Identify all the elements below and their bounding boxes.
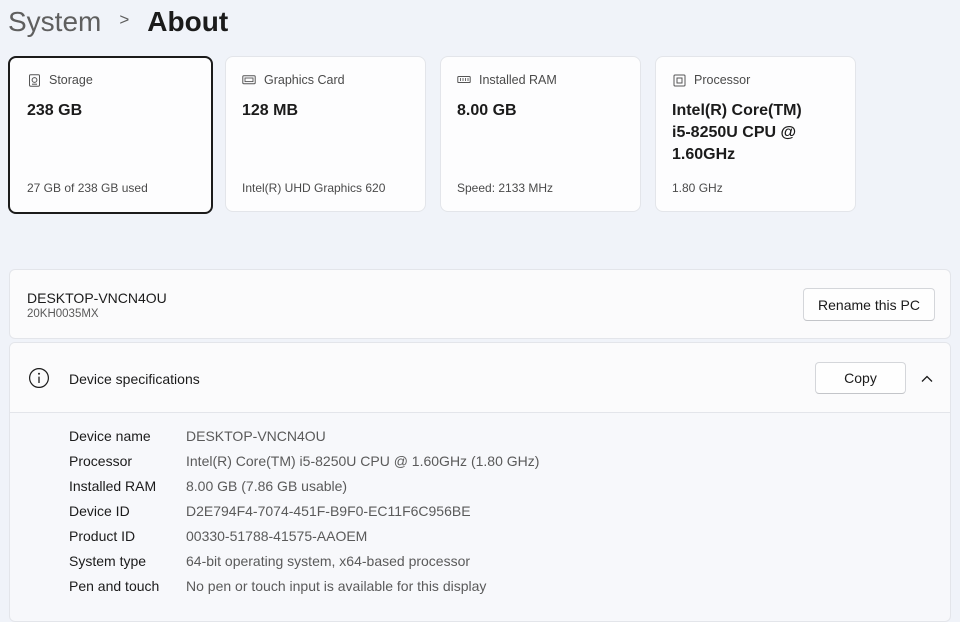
chevron-up-icon[interactable] (918, 370, 936, 388)
card-detail: 27 GB of 238 GB used (27, 181, 148, 195)
installed-ram-card[interactable]: Installed RAM 8.00 GB Speed: 2133 MHz (440, 56, 641, 212)
card-value: 238 GB (27, 102, 83, 119)
ram-icon (457, 73, 471, 87)
card-value: 8.00 GB (457, 102, 517, 119)
spec-label: Installed RAM (69, 477, 157, 494)
card-header: Processor (672, 73, 839, 87)
spec-value: 64-bit operating system, x64-based proce… (186, 552, 471, 569)
spec-label: Product ID (69, 527, 136, 544)
breadcrumb-system-link[interactable]: System (8, 6, 101, 38)
card-header: Installed RAM (457, 73, 624, 87)
spec-cards: Storage 238 GB 27 GB of 238 GB used Grap… (8, 56, 870, 214)
graphics-card-card[interactable]: Graphics Card 128 MB Intel(R) UHD Graphi… (225, 56, 426, 212)
card-label: Graphics Card (264, 73, 345, 87)
card-detail: Speed: 2133 MHz (457, 181, 554, 195)
card-label: Storage (49, 73, 93, 87)
spec-value: Intel(R) Core(TM) i5-8250U CPU @ 1.60GHz… (186, 452, 540, 469)
spec-label: Device name (69, 427, 151, 444)
pc-name-row: DESKTOP-VNCN4OU 20KH0035MX Rename this P… (9, 269, 951, 339)
card-value: Intel(R) Core(TM) i5-8250U CPU @ 1.60GHz (672, 102, 802, 163)
spec-label: System type (69, 552, 147, 569)
spec-value: D2E794F4-7074-451F-B9F0-EC11F6C956BE (186, 502, 471, 519)
spec-row-installed-ram: Installed RAM 8.00 GB (7.86 GB usable) (69, 473, 539, 498)
spec-value: 00330-51788-41575-AAOEM (186, 527, 368, 544)
spec-row-processor: Processor Intel(R) Core(TM) i5-8250U CPU… (69, 448, 539, 473)
spec-list: Device name DESKTOP-VNCN4OU Processor In… (69, 423, 539, 598)
spec-row-device-name: Device name DESKTOP-VNCN4OU (69, 423, 539, 448)
processor-card[interactable]: Processor Intel(R) Core(TM) i5-8250U CPU… (655, 56, 856, 212)
card-detail: Intel(R) UHD Graphics 620 (242, 181, 386, 195)
pc-model: 20KH0035MX (27, 308, 99, 320)
device-specifications-title: Device specifications (69, 371, 200, 387)
storage-icon (27, 73, 41, 87)
copy-button[interactable]: Copy (815, 362, 906, 394)
device-specifications-panel: Device specifications Copy Device name D… (9, 342, 951, 622)
storage-card[interactable]: Storage 238 GB 27 GB of 238 GB used (8, 56, 213, 214)
spec-label: Pen and touch (69, 577, 160, 594)
processor-icon (672, 73, 686, 87)
spec-label: Processor (69, 452, 133, 469)
spec-row-pen-and-touch: Pen and touch No pen or touch input is a… (69, 573, 539, 598)
card-header: Graphics Card (242, 73, 409, 87)
spec-row-product-id: Product ID 00330-51788-41575-AAOEM (69, 523, 539, 548)
spec-row-system-type: System type 64-bit operating system, x64… (69, 548, 539, 573)
card-header: Storage (27, 73, 194, 87)
spec-value: No pen or touch input is available for t… (186, 577, 487, 594)
card-label: Installed RAM (479, 73, 557, 87)
graphics-card-icon (242, 73, 256, 87)
card-value: 128 MB (242, 102, 299, 119)
card-detail: 1.80 GHz (672, 181, 723, 195)
spec-value: 8.00 GB (7.86 GB usable) (186, 477, 348, 494)
device-specifications-header[interactable]: Device specifications Copy (10, 343, 950, 413)
spec-row-device-id: Device ID D2E794F4-7074-451F-B9F0-EC11F6… (69, 498, 539, 523)
spec-value: DESKTOP-VNCN4OU (186, 427, 326, 444)
rename-pc-button[interactable]: Rename this PC (803, 288, 935, 321)
spec-label: Device ID (69, 502, 130, 519)
breadcrumb: System > About (8, 2, 228, 42)
page-title: About (147, 6, 229, 37)
card-label: Processor (694, 73, 751, 87)
pc-name: DESKTOP-VNCN4OU (27, 290, 167, 306)
breadcrumb-chevron-icon: > (119, 10, 130, 29)
info-icon (28, 367, 50, 389)
